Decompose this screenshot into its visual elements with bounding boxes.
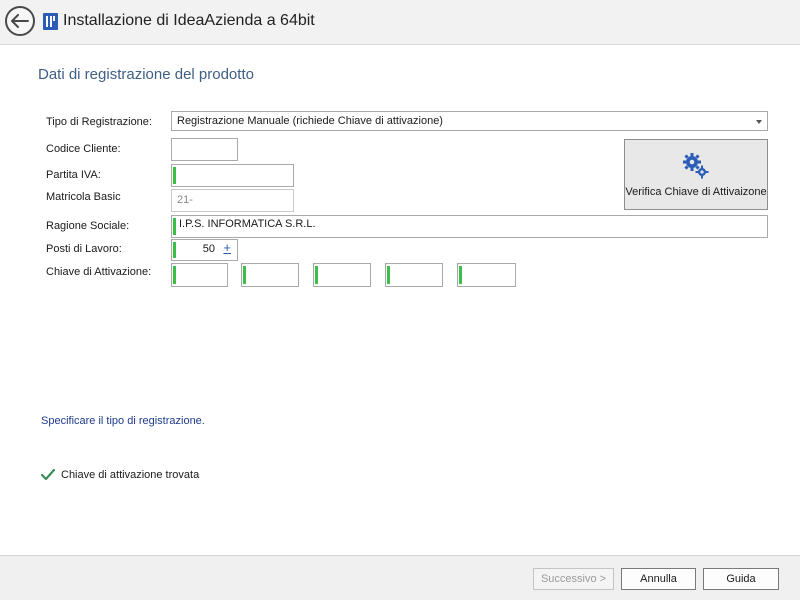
app-logo-icon <box>43 13 58 30</box>
plus-icon[interactable]: + <box>223 240 231 255</box>
back-button[interactable] <box>5 6 35 36</box>
next-button[interactable]: Successivo > <box>533 568 614 590</box>
section-title: Dati di registrazione del prodotto <box>38 66 254 83</box>
tipo-registrazione-label: Tipo di Registrazione: <box>46 116 152 128</box>
posti-lavoro-value: 50 <box>202 243 215 255</box>
ragione-sociale-input[interactable]: I.P.S. INFORMATICA S.R.L. <box>171 215 768 238</box>
title-bar: Installazione di IdeaAzienda a 64bit <box>0 0 800 45</box>
posti-lavoro-label: Posti di Lavoro: <box>46 243 122 255</box>
window-title: Installazione di IdeaAzienda a 64bit <box>63 12 315 29</box>
chiave-segment-2[interactable] <box>241 263 299 287</box>
verifica-chiave-label: Verifica Chiave di Attivaizone <box>625 186 767 198</box>
chiave-segment-1[interactable] <box>171 263 228 287</box>
hint-text: Specificare il tipo di registrazione. <box>41 415 205 427</box>
installer-window: Installazione di IdeaAzienda a 64bit Dat… <box>0 0 800 600</box>
partita-iva-input[interactable] <box>171 164 294 187</box>
tipo-registrazione-select[interactable]: Registrazione Manuale (richiede Chiave d… <box>171 111 768 131</box>
ragione-sociale-label: Ragione Sociale: <box>46 220 130 232</box>
chiave-segment-3[interactable] <box>313 263 371 287</box>
chiave-segment-4[interactable] <box>385 263 443 287</box>
chiave-segment-5[interactable] <box>457 263 516 287</box>
tipo-registrazione-value: Registrazione Manuale (richiede Chiave d… <box>177 115 443 127</box>
gears-icon <box>683 153 709 179</box>
matricola-basic-input[interactable]: 21- <box>171 189 294 212</box>
verifica-chiave-button[interactable]: Verifica Chiave di Attivaizone <box>624 139 768 210</box>
help-button[interactable]: Guida <box>703 568 779 590</box>
chevron-down-icon <box>756 120 762 124</box>
status-text: Chiave di attivazione trovata <box>61 469 200 481</box>
cancel-button[interactable]: Annulla <box>621 568 696 590</box>
ragione-sociale-value: I.P.S. INFORMATICA S.R.L. <box>179 218 316 230</box>
matricola-basic-value: 21- <box>177 194 193 206</box>
back-arrow-icon <box>11 14 29 28</box>
matricola-basic-label: Matricola Basic <box>46 191 121 203</box>
partita-iva-label: Partita IVA: <box>46 169 101 181</box>
check-icon <box>41 469 55 481</box>
footer-bar: Successivo > Annulla Guida <box>0 555 800 600</box>
chiave-attivazione-label: Chiave di Attivazione: <box>46 266 152 278</box>
codice-cliente-input[interactable] <box>171 138 238 161</box>
codice-cliente-label: Codice Cliente: <box>46 143 121 155</box>
posti-lavoro-spinner[interactable]: 50 + <box>171 239 238 261</box>
